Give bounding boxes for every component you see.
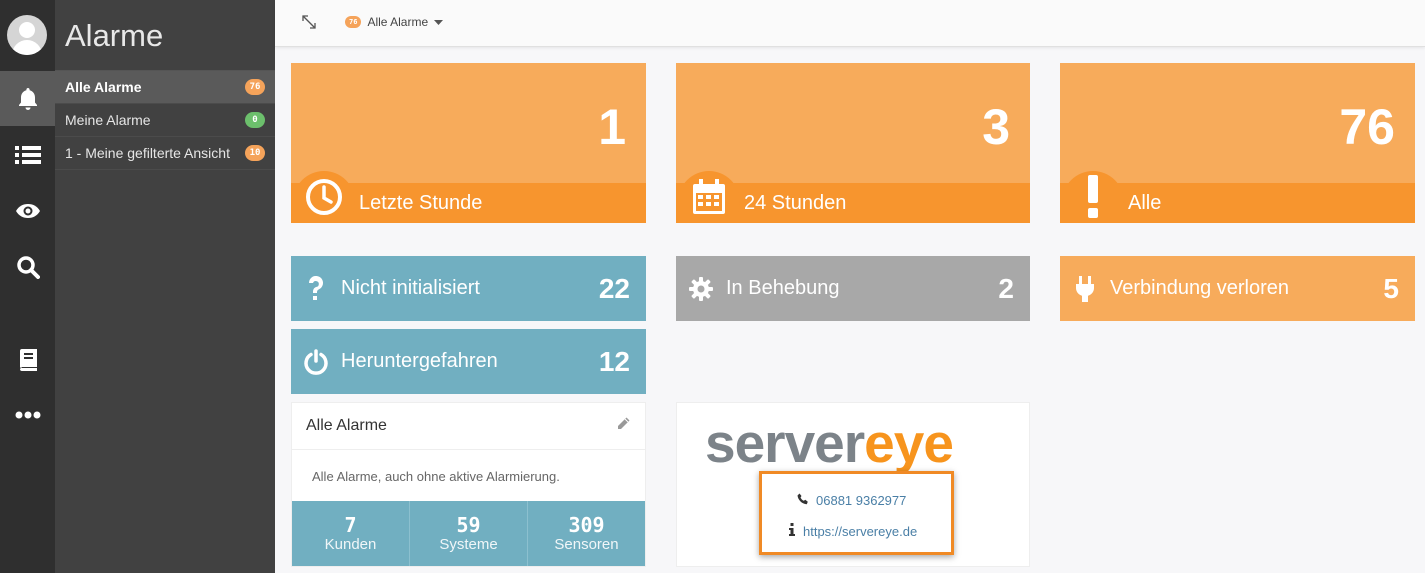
phone-row[interactable]: 06881 9362977 [797,493,906,508]
filter-count-badge: 76 [345,16,362,28]
phone-icon [797,493,809,508]
status-label: Heruntergefahren [341,350,498,372]
info-icon [788,523,796,539]
tile-label: Letzte Stunde [359,192,483,214]
sidebar-item-meine-alarme[interactable]: Meine Alarme 0 [55,104,275,137]
stat-systems[interactable]: 59 Systeme [410,501,528,566]
status-label: Verbindung verloren [1110,277,1290,299]
stat-value: 309 [568,513,605,537]
caret-down-icon [434,15,444,29]
clock-icon [293,171,355,223]
power-icon [291,348,341,375]
calendar-icon [678,171,740,223]
question-icon [291,275,341,302]
eye-icon[interactable] [0,183,55,238]
alarm-filter-dropdown[interactable]: 76 Alle Alarme [345,15,444,29]
status-in-repair[interactable]: In Behebung 2 [676,256,1030,321]
sidebar-item-filtered-view[interactable]: 1 - Meine gefilterte Ansicht 10 [55,137,275,170]
sidebar-item-alle-alarme[interactable]: Alle Alarme 76 [55,71,275,104]
panel-description: Alle Alarme, auch ohne aktive Alarmierun… [312,469,560,484]
tile-value: 3 [982,99,1010,155]
stat-label: Sensoren [554,536,619,553]
status-not-initialized[interactable]: Nicht initialisiert 22 [291,256,646,321]
list-icon[interactable] [0,127,55,182]
tile-value: 76 [1339,99,1395,155]
servereye-logo: servereye [705,412,954,474]
sidebar-item-label: 1 - Meine gefilterte Ansicht [65,145,230,161]
contact-card: servereye 06881 9362977 https://serverey… [676,402,1030,567]
more-icon[interactable] [0,387,55,442]
exclamation-icon [1062,171,1124,223]
website-row[interactable]: https://servereye.de [788,523,917,539]
status-value: 5 [1383,272,1399,304]
website-link[interactable]: https://servereye.de [803,524,917,539]
status-label: Nicht initialisiert [341,277,480,299]
panel-header: Alle Alarme [292,403,645,450]
search-icon[interactable] [0,239,55,294]
avatar[interactable] [7,15,47,55]
tile-value: 1 [598,99,626,155]
icon-rail [0,0,55,573]
status-shutdown[interactable]: Heruntergefahren 12 [291,329,646,394]
sidebar-item-label: Meine Alarme [65,112,151,128]
tile-label: Alle [1128,192,1162,214]
stat-sensors[interactable]: 309 Sensoren [528,501,645,566]
stats-bar: 7 Kunden 59 Systeme 309 Sensoren [292,501,645,566]
tile-label: 24 Stunden [744,192,847,214]
filter-label: Alle Alarme [367,15,429,29]
count-badge: 10 [245,145,265,161]
sidebar-item-label: Alle Alarme [65,79,142,95]
status-connection-lost[interactable]: Verbindung verloren 5 [1060,256,1415,321]
status-value: 12 [598,345,630,377]
status-label: In Behebung [726,277,840,299]
pencil-icon[interactable] [616,416,631,436]
tile-24-hours[interactable]: 3 24 Stunden [676,63,1030,223]
stat-label: Kunden [324,536,377,553]
tile-all[interactable]: 76 Alle [1060,63,1415,223]
sidebar: Alarme Alle Alarme 76 Meine Alarme 0 1 -… [55,0,275,573]
count-badge: 76 [245,79,265,95]
stat-value: 59 [456,513,481,537]
stat-customers[interactable]: 7 Kunden [292,501,410,566]
stat-label: Systeme [439,536,498,553]
view-info-panel: Alle Alarme Alle Alarme, auch ohne aktiv… [291,402,646,567]
tile-last-hour[interactable]: 1 Letzte Stunde [291,63,646,223]
stat-value: 7 [344,513,357,537]
status-value: 2 [998,272,1014,304]
status-value: 22 [598,272,630,304]
plug-icon [1060,275,1110,302]
count-badge: 0 [245,112,265,128]
gear-icon [676,276,726,301]
book-icon[interactable] [0,332,55,387]
top-bar: 76 Alle Alarme [275,0,1425,47]
panel-title: Alle Alarme [306,417,387,434]
phone-number[interactable]: 06881 9362977 [816,493,906,508]
bell-icon[interactable] [0,71,55,126]
sidebar-menu: Alle Alarme 76 Meine Alarme 0 1 - Meine … [55,70,275,170]
sidebar-title: Alarme [65,18,164,53]
contact-highlight-box [759,471,954,555]
expand-icon[interactable] [300,13,318,36]
